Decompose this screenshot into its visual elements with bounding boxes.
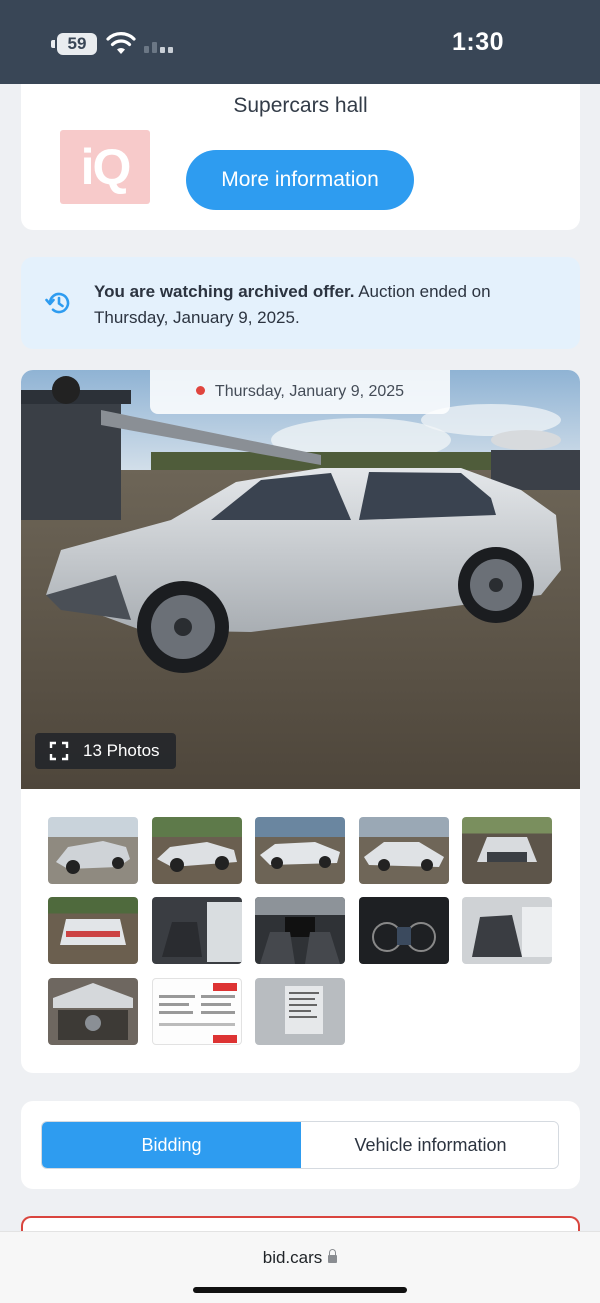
car-photo-illustration — [21, 370, 580, 789]
photo-gallery-card: Thursday, January 9, 2025 13 Photos — [21, 370, 580, 1073]
photos-count: 13 Photos — [83, 741, 160, 760]
hall-text: Supercars hall — [233, 94, 368, 117]
thumbnail-2[interactable] — [152, 817, 242, 884]
battery-tip — [51, 40, 55, 48]
more-information-button[interactable]: More information — [186, 150, 414, 210]
iq-logo: iQ — [60, 130, 150, 204]
thumbnail-1[interactable] — [48, 817, 138, 884]
thumbnail-10[interactable] — [462, 897, 552, 964]
tabs-card: Bidding Vehicle information — [21, 1101, 580, 1189]
lock-icon — [328, 1249, 338, 1263]
history-icon — [45, 292, 70, 314]
auction-date-badge: Thursday, January 9, 2025 — [150, 370, 450, 414]
thumbnail-5[interactable] — [462, 817, 552, 884]
status-dot — [195, 386, 205, 395]
expand-icon — [49, 741, 69, 761]
thumbnail-7[interactable] — [152, 897, 242, 964]
thumbnail-3[interactable] — [255, 817, 345, 884]
archived-offer-notice: You are watching archived offer. Auction… — [21, 257, 580, 349]
notice-bold-text: You are watching archived offer. — [94, 282, 355, 301]
thumbnail-6[interactable] — [48, 897, 138, 964]
browser-url-bar[interactable]: bid.cars — [0, 1231, 600, 1303]
tab-bar: Bidding Vehicle information — [41, 1121, 559, 1169]
thumbnail-4[interactable] — [359, 817, 449, 884]
cellular-signal-icon — [144, 42, 173, 53]
url-text[interactable]: bid.cars — [0, 1248, 600, 1268]
thumbnail-13[interactable] — [255, 978, 345, 1045]
auction-date: Thursday, January 9, 2025 — [214, 383, 405, 400]
battery-indicator: 59 — [57, 33, 97, 55]
thumbnail-9[interactable] — [359, 897, 449, 964]
thumbnail-11[interactable] — [48, 978, 138, 1045]
iq-logo-text: iQ — [80, 139, 132, 195]
auction-info-card: Supercars hall iQ More information — [21, 84, 580, 230]
view-all-photos-button[interactable]: 13 Photos — [35, 733, 176, 769]
main-car-photo[interactable]: Thursday, January 9, 2025 13 Photos — [21, 370, 580, 789]
wifi-icon — [106, 32, 136, 54]
thumbnail-12[interactable] — [152, 978, 242, 1045]
tab-vehicle-information[interactable]: Vehicle information — [301, 1122, 558, 1168]
url-domain: bid.cars — [262, 1248, 323, 1267]
notice-text: You are watching archived offer. Auction… — [94, 279, 554, 331]
thumbnail-8[interactable] — [255, 897, 345, 964]
tab-bidding[interactable]: Bidding — [42, 1122, 301, 1168]
status-bar: 59 1:30 — [0, 0, 600, 84]
home-indicator[interactable] — [193, 1287, 407, 1293]
clock: 1:30 — [452, 28, 505, 56]
